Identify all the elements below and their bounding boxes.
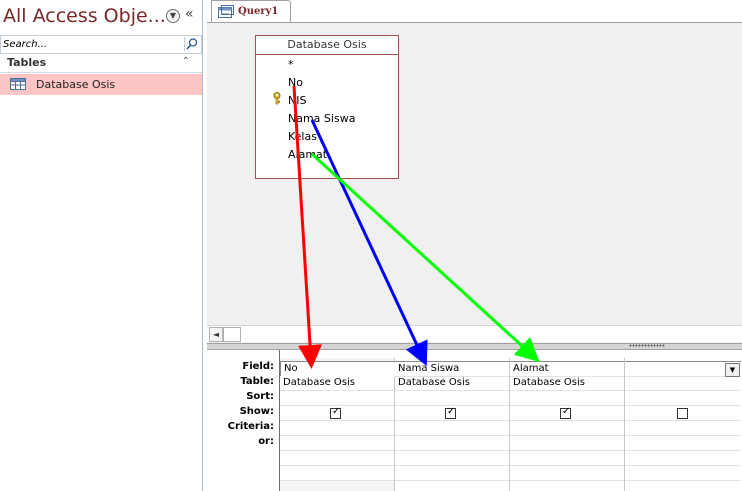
grid-columns: No Database Osis ✓ Nama Siswa Database O… — [280, 358, 742, 491]
field-nama-siswa[interactable]: Nama Siswa — [288, 112, 355, 125]
blank-cell[interactable] — [625, 451, 741, 466]
sort-cell[interactable] — [625, 391, 741, 406]
grid-row-labels: Field: Table: Sort: Show: Criteria: or: — [207, 350, 280, 491]
field-cell[interactable]: ▼ — [625, 361, 741, 377]
nav-item-database-osis[interactable]: Database Osis — [0, 74, 202, 95]
field-cell[interactable]: Nama Siswa — [395, 361, 509, 377]
tab-label: Query1 — [238, 6, 279, 17]
criteria-cell[interactable] — [510, 421, 624, 436]
query-icon — [218, 5, 234, 22]
pane-splitter[interactable] — [207, 343, 742, 350]
blank-cell[interactable] — [280, 451, 394, 466]
row-label-criteria: Criteria: — [227, 421, 274, 432]
show-checkbox[interactable]: ✓ — [330, 406, 341, 419]
nav-item-label: Database Osis — [36, 78, 116, 91]
chevron-down-icon[interactable]: ▼ — [166, 9, 180, 23]
blank-cell[interactable] — [510, 451, 624, 466]
blank-cell[interactable] — [395, 451, 509, 466]
sort-cell[interactable] — [510, 391, 624, 406]
search-icon[interactable] — [184, 37, 200, 51]
checkmark-icon: ✓ — [447, 406, 456, 417]
table-cell[interactable] — [625, 376, 741, 391]
show-cell: ✓ — [395, 406, 509, 421]
row-label-or: or: — [258, 436, 274, 447]
field-alamat[interactable]: Alamat — [288, 148, 327, 161]
criteria-cell[interactable] — [395, 421, 509, 436]
sort-cell[interactable] — [395, 391, 509, 406]
table-icon — [10, 78, 26, 93]
scroll-left-icon[interactable]: ◄ — [209, 327, 223, 342]
field-nis[interactable]: NIS — [288, 94, 306, 107]
query-design-grid: Field: Table: Sort: Show: Criteria: or: … — [207, 350, 742, 491]
grid-column: Alamat Database Osis ✓ — [510, 358, 625, 491]
search-input[interactable] — [1, 36, 181, 53]
row-label-show: Show: — [239, 406, 274, 417]
show-checkbox[interactable]: ✓ — [445, 406, 456, 419]
horizontal-scrollbar[interactable]: ◄ — [207, 325, 742, 342]
field-cell[interactable]: No — [280, 361, 395, 377]
table-cell[interactable]: Database Osis — [280, 376, 394, 391]
document-tabs: Query1 — [207, 0, 742, 24]
or-cell[interactable] — [280, 436, 394, 451]
or-cell[interactable] — [625, 436, 741, 451]
row-label-table: Table: — [240, 376, 274, 387]
field-list-database-osis[interactable]: Database Osis * No NIS Nama Siswa Kelas … — [255, 35, 399, 179]
shutter-bar-close-icon[interactable]: « — [185, 6, 194, 22]
field-all[interactable]: * — [288, 58, 294, 71]
show-cell: ✓ — [280, 406, 394, 421]
search-box — [0, 35, 202, 54]
field-no[interactable]: No — [288, 76, 303, 89]
checkmark-icon: ✓ — [562, 406, 571, 417]
criteria-cell[interactable] — [625, 421, 741, 436]
blank-cell[interactable] — [510, 466, 624, 481]
field-cell[interactable]: Alamat — [510, 361, 624, 377]
group-header-tables[interactable]: Tables ⌃ — [0, 54, 202, 73]
collapse-group-icon[interactable]: ⌃ — [182, 56, 190, 67]
query-design-area: Database Osis * No NIS Nama Siswa Kelas … — [207, 22, 742, 344]
grid-column: ▼ — [625, 358, 741, 491]
show-checkbox[interactable] — [677, 408, 688, 419]
field-list-title[interactable]: Database Osis — [256, 36, 398, 55]
or-cell[interactable] — [510, 436, 624, 451]
grid-column: No Database Osis ✓ — [280, 358, 395, 491]
tab-query1[interactable]: Query1 — [211, 0, 291, 23]
blank-cell[interactable] — [395, 466, 509, 481]
primary-key-icon — [272, 92, 282, 108]
field-kelas[interactable]: Kelas — [288, 130, 317, 143]
or-cell[interactable] — [395, 436, 509, 451]
group-label: Tables — [7, 56, 47, 69]
chevron-down-icon[interactable]: ▼ — [725, 363, 740, 377]
blank-cell[interactable] — [280, 466, 394, 481]
nav-pane-title[interactable]: All Access Obje... — [3, 5, 166, 27]
table-cell[interactable]: Database Osis — [395, 376, 509, 391]
splitter-grip[interactable] — [629, 344, 665, 347]
row-label-field: Field: — [242, 361, 274, 372]
blank-cell[interactable] — [625, 466, 741, 481]
table-cell[interactable]: Database Osis — [510, 376, 624, 391]
checkmark-icon: ✓ — [332, 406, 341, 417]
scroll-thumb[interactable] — [223, 327, 241, 342]
show-checkbox[interactable]: ✓ — [560, 406, 571, 419]
navigation-pane: All Access Obje... ▼ « Tables ⌃ Database… — [0, 0, 203, 491]
show-cell: ✓ — [510, 406, 624, 421]
show-cell — [625, 406, 741, 421]
sort-cell[interactable] — [280, 391, 394, 406]
criteria-cell[interactable] — [280, 421, 394, 436]
row-label-sort: Sort: — [246, 391, 274, 402]
grid-column: Nama Siswa Database Osis ✓ — [395, 358, 510, 491]
